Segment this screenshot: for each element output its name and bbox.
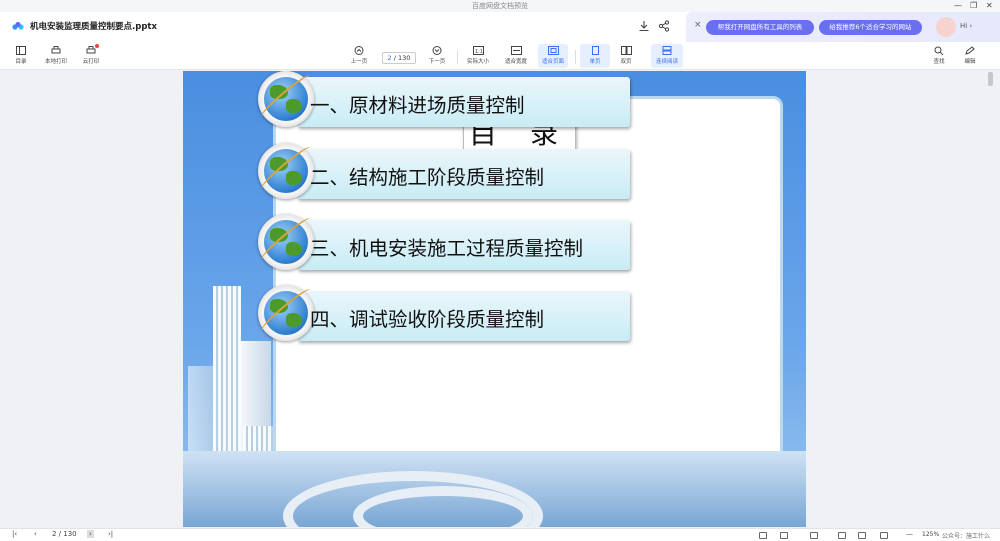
toc-item-text: 三、机电安装施工过程质量控制: [310, 237, 584, 260]
download-icon[interactable]: [638, 20, 650, 32]
fit-width-button[interactable]: 适合宽度: [501, 44, 531, 68]
fit-page-label: 适合页面: [541, 59, 564, 65]
fit-page-icon: [547, 46, 559, 55]
printer-icon: [51, 46, 61, 54]
status-page-indicator[interactable]: 2 / 130: [52, 530, 77, 538]
fit-width-label: 适合宽度: [504, 59, 527, 65]
double-page-icon: [620, 46, 632, 55]
single-view-icon[interactable]: [759, 532, 767, 539]
continuous-read-button[interactable]: 连续阅读: [651, 44, 683, 68]
watermark-text: 公众号：施工什么: [942, 533, 991, 540]
last-page-icon[interactable]: ›|: [108, 530, 113, 538]
notification-dot: [95, 44, 99, 48]
scroll-view-icon[interactable]: [810, 532, 818, 539]
status-bar: |‹ ‹ 2 / 130 › ›| — 125% 公众号：施工什么: [0, 528, 1000, 541]
assistant-avatar[interactable]: [936, 17, 956, 37]
viewer-toolbar: 目录 本地打印 云打印 上一页 2 / 130 下一页 1:1 实际大小 适合宽…: [0, 42, 1000, 70]
toc-item-text: 一、原材料进场质量控制: [310, 94, 525, 117]
single-page-label: 单页: [589, 59, 601, 65]
toc-item: 一、原材料进场质量控制: [258, 71, 630, 129]
svg-text:1:1: 1:1: [475, 49, 483, 55]
actual-size-label: 实际大小: [466, 59, 489, 65]
toc-item: 四、调试验收阶段质量控制: [258, 285, 630, 343]
edit-label: 编辑: [964, 59, 976, 65]
globe-icon: [258, 143, 314, 199]
toolbar-divider: [457, 50, 458, 64]
first-page-icon[interactable]: |‹: [12, 530, 17, 538]
vertical-scrollbar[interactable]: [988, 72, 993, 86]
fit-page-status-icon[interactable]: [880, 532, 888, 539]
fit-page-button[interactable]: 适合页面: [538, 44, 568, 68]
cloud-print-label: 云打印: [82, 59, 100, 65]
promo-suggestion-websites[interactable]: 给我推荐6个适合学习的网站: [819, 20, 922, 35]
cloud-printer-icon: [86, 46, 96, 54]
promo-suggestion-tools[interactable]: 帮我打开网盘所有工具的列表: [706, 20, 814, 35]
next-page-icon[interactable]: ›: [87, 530, 94, 538]
restore-icon[interactable]: ❐: [970, 0, 977, 12]
slide-page: 目 录 一、原材料进场质量控制 二、结构施工阶段质量控制 三、机电安装施工过程质…: [183, 71, 806, 527]
minimize-icon[interactable]: —: [954, 0, 962, 12]
cloud-print-button[interactable]: 云打印: [76, 44, 106, 68]
double-page-label: 双页: [620, 59, 632, 65]
toc-item: 三、机电安装施工过程质量控制: [258, 214, 630, 272]
search-button[interactable]: 查找: [924, 44, 954, 68]
baidu-cloud-icon: [12, 21, 24, 30]
zoom-out-icon[interactable]: —: [906, 530, 913, 538]
prev-page-label: 上一页: [350, 59, 368, 65]
single-page-button[interactable]: 单页: [580, 44, 610, 68]
page-total: / 130: [393, 54, 411, 62]
ai-promo-bar: × 帮我打开网盘所有工具的列表 给我推荐6个适合学习的网站 Hi ›: [686, 12, 1000, 42]
toc-item-text: 二、结构施工阶段质量控制: [310, 166, 545, 189]
share-icon[interactable]: [658, 20, 670, 32]
search-label: 查找: [933, 59, 945, 65]
continuous-read-icon: [662, 46, 672, 55]
arrow-down-circle-icon: [432, 46, 442, 55]
globe-icon: [258, 285, 314, 341]
promo-close-button[interactable]: ×: [694, 20, 702, 30]
double-page-button[interactable]: 双页: [611, 44, 641, 68]
next-page-button[interactable]: 下一页: [422, 44, 452, 68]
double-view-icon[interactable]: [780, 532, 788, 539]
pen-icon: [965, 46, 975, 55]
search-icon: [934, 46, 944, 55]
close-icon[interactable]: ✕: [986, 0, 993, 12]
globe-icon: [258, 214, 314, 270]
actual-size-status-icon[interactable]: [838, 532, 846, 539]
page-number-input[interactable]: 2 / 130: [382, 52, 416, 64]
actual-size-icon: 1:1: [472, 46, 484, 55]
assistant-hi-link[interactable]: Hi ›: [960, 22, 972, 30]
catalog-icon: [16, 46, 26, 55]
document-title: 机电安装监理质量控制要点.pptx: [30, 22, 157, 32]
local-print-button[interactable]: 本地打印: [41, 44, 71, 68]
edit-button[interactable]: 编辑: [955, 44, 985, 68]
actual-size-button[interactable]: 1:1 实际大小: [463, 44, 493, 68]
next-page-label: 下一页: [428, 59, 446, 65]
toolbar-divider: [575, 50, 576, 64]
catalog-label: 目录: [15, 59, 27, 65]
local-print-label: 本地打印: [44, 59, 67, 65]
window-title: 百度网盘文档预览: [0, 0, 1000, 12]
arrow-up-circle-icon: [354, 46, 364, 55]
prev-page-button[interactable]: 上一页: [344, 44, 374, 68]
fit-width-icon: [510, 46, 522, 55]
fit-width-status-icon[interactable]: [858, 532, 866, 539]
globe-icon: [258, 71, 314, 127]
page-current: 2: [387, 54, 392, 62]
toc-item-text: 四、调试验收阶段质量控制: [310, 308, 545, 331]
single-page-icon: [591, 46, 599, 55]
toc-item: 二、结构施工阶段质量控制: [258, 143, 630, 201]
catalog-button[interactable]: 目录: [6, 44, 36, 68]
prev-page-icon[interactable]: ‹: [34, 530, 37, 538]
zoom-level: 125%: [922, 531, 940, 538]
continuous-read-label: 连续阅读: [655, 59, 678, 65]
